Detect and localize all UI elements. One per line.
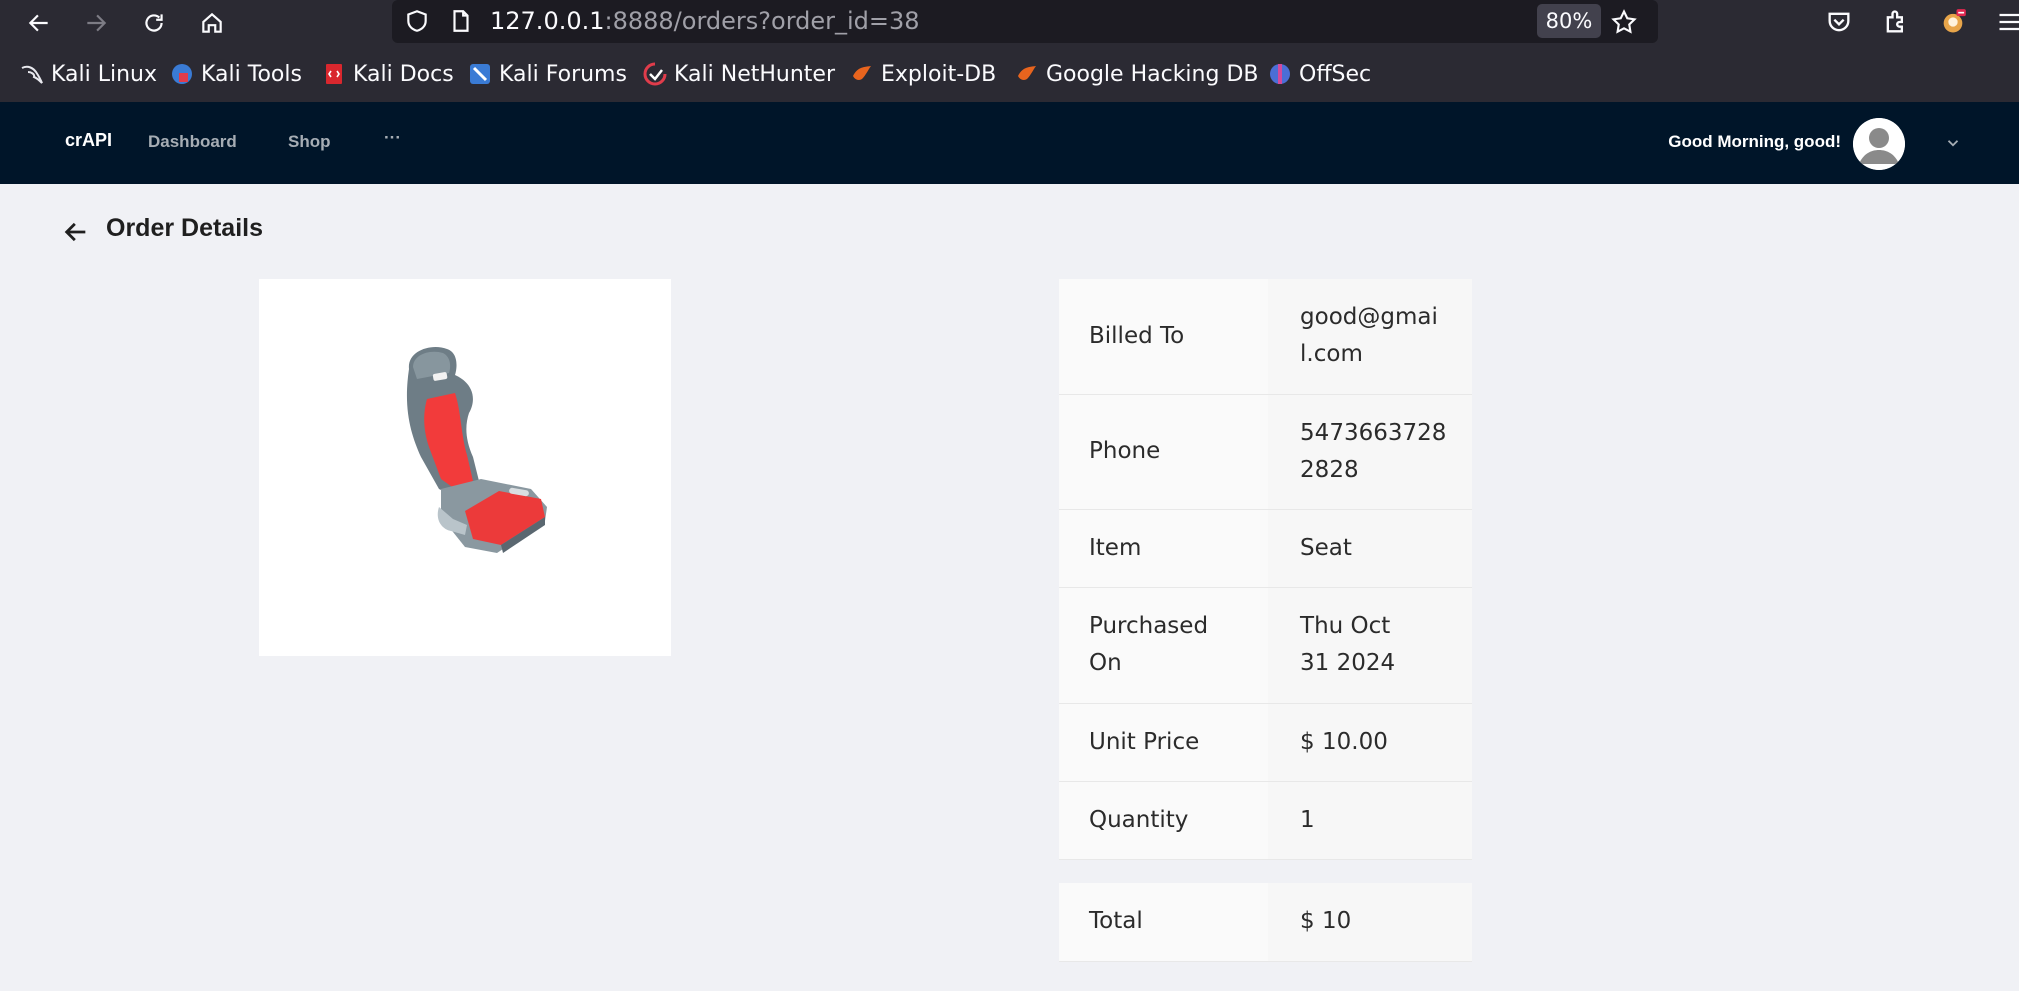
quantity-label: Quantity xyxy=(1059,781,1269,860)
url-text[interactable]: 127.0.0.1:8888/orders?order_id=38 xyxy=(490,6,920,36)
purchased-on-label: Purchased On xyxy=(1059,587,1269,704)
bookmark-offsec[interactable]: OffSec xyxy=(1268,60,1371,88)
brand-logo[interactable]: crAPI xyxy=(65,130,112,151)
shield-icon[interactable] xyxy=(404,8,430,34)
table-row: Item Seat xyxy=(1059,509,1472,588)
exploit-db-icon xyxy=(853,66,871,80)
page-title: Order Details xyxy=(106,214,264,242)
page-icon[interactable] xyxy=(448,8,474,34)
extensions-icon[interactable] xyxy=(1882,8,1910,36)
kali-tools-icon xyxy=(172,64,192,84)
bookmark-label: Kali Tools xyxy=(201,61,302,87)
phone-value: 54736637282828 xyxy=(1268,394,1472,510)
bookmark-label: Kali Docs xyxy=(353,61,454,87)
purchased-on-value: Thu Oct 31 2024 xyxy=(1268,587,1472,704)
home-icon xyxy=(202,12,222,33)
product-image-card xyxy=(259,279,671,656)
home-button[interactable] xyxy=(194,5,230,41)
bookmark-label: Google Hacking DB xyxy=(1046,61,1259,87)
nav-more[interactable]: ··· xyxy=(384,128,401,148)
bookmark-label: Kali Forums xyxy=(499,61,627,87)
unit-price-label: Unit Price xyxy=(1059,703,1269,782)
app-header: crAPI Dashboard Shop ··· Good Morning, g… xyxy=(0,102,2019,184)
url-bar[interactable]: 127.0.0.1:8888/orders?order_id=38 80% xyxy=(392,0,1658,43)
url-path: :8888/orders?order_id=38 xyxy=(604,7,920,35)
pocket-icon[interactable] xyxy=(1825,8,1853,36)
nav-shop[interactable]: Shop xyxy=(288,132,331,152)
reload-icon xyxy=(145,14,163,32)
browser-toolbar: 127.0.0.1:8888/orders?order_id=38 80% xyxy=(0,0,2019,46)
chevron-down-icon[interactable] xyxy=(1944,134,1962,152)
table-spacer xyxy=(1059,859,1472,883)
bookmark-label: OffSec xyxy=(1299,61,1372,87)
total-label: Total xyxy=(1059,883,1269,962)
kali-forums-icon xyxy=(470,64,490,84)
kali-docs-icon xyxy=(326,64,342,84)
nav-dashboard[interactable]: Dashboard xyxy=(148,132,237,152)
forward-button[interactable] xyxy=(78,5,114,41)
bookmark-exploit-db[interactable]: Exploit-DB xyxy=(850,60,996,88)
offsec-icon xyxy=(1270,64,1290,84)
phone-label: Phone xyxy=(1059,394,1269,510)
total-value: $ 10 xyxy=(1268,883,1472,962)
bookmark-kali-nethunter[interactable]: Kali NetHunter xyxy=(643,60,835,88)
quantity-value: 1 xyxy=(1268,781,1472,860)
table-row: Billed To good@gmail.com xyxy=(1059,279,1472,395)
bookmark-kali-linux[interactable]: Kali Linux xyxy=(20,60,157,88)
bookmark-label: Kali NetHunter xyxy=(674,61,835,87)
greeting-text: Good Morning, good! xyxy=(1668,132,1841,151)
bookmarks-bar: Kali Linux Kali Tools Kali Docs Kali For… xyxy=(0,46,2019,102)
table-row: Phone 54736637282828 xyxy=(1059,394,1472,510)
bookmark-label: Exploit-DB xyxy=(881,61,997,87)
bookmark-kali-forums[interactable]: Kali Forums xyxy=(468,60,627,88)
table-row: Quantity 1 xyxy=(1059,781,1472,860)
url-host: 127.0.0.1 xyxy=(490,7,605,35)
back-arrow-icon[interactable] xyxy=(62,218,90,246)
reload-button[interactable] xyxy=(136,5,172,41)
menu-hamburger-icon[interactable] xyxy=(1996,8,2019,36)
kali-nethunter-icon xyxy=(643,62,667,86)
bookmark-star-icon[interactable] xyxy=(1610,8,1638,36)
car-seat-image xyxy=(406,347,547,553)
table-row: Total $ 10 xyxy=(1059,883,1472,962)
billed-to-value: good@gmail.com xyxy=(1268,279,1472,395)
back-button[interactable] xyxy=(21,5,57,41)
billed-to-label: Billed To xyxy=(1059,279,1269,395)
bookmark-label: Kali Linux xyxy=(51,61,158,87)
table-row: Purchased On Thu Oct 31 2024 xyxy=(1059,587,1472,704)
user-avatar-icon xyxy=(1853,118,1905,170)
avatar[interactable] xyxy=(1853,118,1905,170)
zoom-level-badge[interactable]: 80% xyxy=(1537,4,1601,38)
ghdb-icon xyxy=(1018,66,1036,80)
table-row: Unit Price $ 10.00 xyxy=(1059,703,1472,782)
unit-price-value: $ 10.00 xyxy=(1268,703,1472,782)
item-label: Item xyxy=(1059,509,1269,588)
account-icon[interactable] xyxy=(1939,8,1967,36)
bookmark-google-hacking-db[interactable]: Google Hacking DB xyxy=(1015,60,1258,88)
bookmark-kali-docs[interactable]: Kali Docs xyxy=(322,60,454,88)
bookmark-kali-tools[interactable]: Kali Tools xyxy=(170,60,302,88)
order-details-table: Billed To good@gmail.com Phone 547366372… xyxy=(1059,279,1472,962)
arrow-left-icon xyxy=(28,14,48,32)
item-value: Seat xyxy=(1268,509,1472,588)
arrow-right-icon xyxy=(87,14,107,32)
kali-dragon-icon xyxy=(21,65,43,84)
